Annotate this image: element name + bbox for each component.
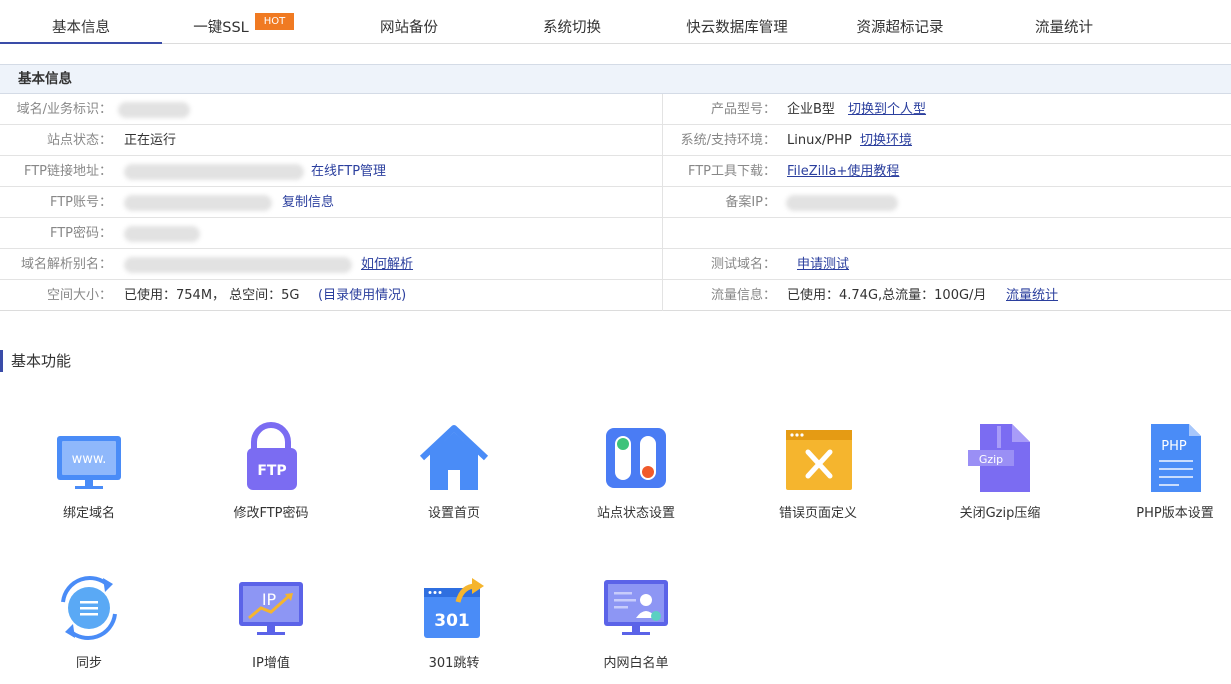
whitelist-monitor-icon [604,580,668,635]
dns-alias-label: 域名解析别名： [20,257,112,272]
function-label: 关闭Gzip压缩 [959,506,1041,521]
hot-badge: HOT [255,13,294,30]
section-title: 基本功能 [0,350,71,372]
www-monitor-icon: www. [57,436,121,489]
site-status-settings-button[interactable]: 站点状态设置 [546,422,726,521]
panel-title: 基本信息 [0,64,1231,94]
column-divider [662,94,663,311]
function-label: 内网白名单 [603,656,669,671]
switch-personal-link[interactable]: 切换到个人型 [848,94,926,125]
tab-system-switch[interactable]: 系统切换 [528,0,616,44]
tab-label: 资源超标记录 [856,20,944,36]
site-status-label: 站点状态： [46,133,112,148]
change-ftp-password-button[interactable]: FTP 修改FTP密码 [181,422,361,521]
home-icon [419,425,489,490]
apply-test-link[interactable]: 申请测试 [797,249,849,280]
tab-label: 基本信息 [52,20,110,36]
redacted-ftp-password [124,226,200,242]
icon-text: Gzip [979,453,1003,466]
tab-basic-info[interactable]: 基本信息 [0,0,162,44]
disable-gzip-button[interactable]: Gzip 关闭Gzip压缩 [910,422,1090,521]
basic-info-panel: 基本信息 域名/业务标识： 产品型号： 企业B型 切换到个人型 站点状态： 正在… [0,64,1231,311]
redirect-301-icon: 301 [424,578,484,638]
gzip-file-icon: Gzip [968,424,1030,492]
tab-label: 快云数据库管理 [686,20,788,36]
record-ip-label: 备案IP： [725,195,776,210]
domain-label: 域名/业务标识： [16,102,112,117]
ftp-lock-icon: FTP [247,422,297,490]
ftp-address-label: FTP链接地址： [23,164,112,179]
space-size-label: 空间大小： [46,288,112,303]
tab-label: 网站备份 [380,20,438,36]
icon-text: 301 [434,611,470,631]
product-model-label: 产品型号： [710,102,776,117]
copy-info-link[interactable]: 复制信息 [282,187,334,218]
icon-text: IP [262,590,277,609]
ip-value-added-button[interactable]: IP IP增值 [181,572,361,671]
tab-resource-records[interactable]: 资源超标记录 [845,0,955,44]
how-to-resolve-link[interactable]: 如何解析 [361,249,413,280]
tab-label: 流量统计 [1035,20,1093,36]
icon-text: FTP [257,463,286,479]
error-page-icon [786,430,852,490]
tab-backup[interactable]: 网站备份 [365,0,453,44]
redirect-301-button[interactable]: 301 301跳转 [364,572,544,671]
redacted-domain [118,102,190,118]
online-ftp-link[interactable]: 在线FTP管理 [311,156,386,187]
sync-button[interactable]: 同步 [0,572,179,671]
tab-database[interactable]: 快云数据库管理 [672,0,802,44]
function-label: 错误页面定义 [778,506,857,521]
tab-label: 一键SSL [193,20,249,36]
function-label: 绑定域名 [62,506,115,521]
info-row: FTP链接地址： 在线FTP管理 FTP工具下载： FileZilla+使用教程 [0,156,1231,187]
error-page-settings-button[interactable]: 错误页面定义 [728,422,908,521]
info-row: 域名解析别名： 如何解析 测试域名： 申请测试 [0,249,1231,280]
function-label: 站点状态设置 [596,506,675,521]
intranet-whitelist-button[interactable]: 内网白名单 [546,572,726,671]
ftp-account-label: FTP账号： [49,195,112,210]
info-row: 域名/业务标识： 产品型号： 企业B型 切换到个人型 [0,94,1231,125]
product-model-value: 企业B型 [787,102,835,117]
tab-bar: 基本信息 一键SSL HOT 网站备份 系统切换 快云数据库管理 资源超标记录 … [0,0,1231,44]
traffic-info-value: 已使用：4.74G,总流量：100G/月 [787,288,987,303]
traffic-stats-link[interactable]: 流量统计 [1006,280,1058,311]
set-homepage-button[interactable]: 设置首页 [364,422,544,521]
php-version-settings-button[interactable]: PHP PHP版本设置 [1085,422,1231,521]
traffic-info-label: 流量信息： [710,288,776,303]
icon-text: www. [72,452,107,467]
sync-icon [61,576,117,640]
info-row: 空间大小： 已使用：754M， 总空间：5G (目录使用情况) 流量信息： 已使… [0,280,1231,311]
system-env-label: 系统/支持环境： [680,133,776,148]
function-label: 修改FTP密码 [233,506,309,521]
redacted-record-ip [786,195,898,211]
space-size-value: 已使用：754M， 总空间：5G [124,288,300,303]
status-toggle-icon [606,428,666,488]
info-row: FTP账号： 复制信息 备案IP： [0,187,1231,218]
function-label: PHP版本设置 [1136,506,1214,521]
function-label: 设置首页 [427,506,480,521]
php-file-icon: PHP [1151,424,1201,492]
info-row: FTP密码： [0,218,1231,249]
switch-env-link[interactable]: 切换环境 [860,125,912,156]
dir-usage-link[interactable]: (目录使用情况) [318,280,406,311]
redacted-dns-alias [124,257,352,273]
test-domain-label: 测试域名： [710,257,776,272]
tab-label: 系统切换 [543,20,601,36]
function-label: 301跳转 [428,656,480,671]
ftp-tool-label: FTP工具下载： [687,164,776,179]
site-status-value: 正在运行 [124,133,177,148]
function-label: 同步 [75,656,102,671]
system-env-value: Linux/PHP [787,133,852,148]
bind-domain-button[interactable]: www. 绑定域名 [0,422,179,521]
function-label: IP增值 [252,656,290,671]
filezilla-link[interactable]: FileZilla+使用教程 [787,156,899,187]
tab-ssl[interactable]: 一键SSL [185,0,257,44]
ftp-password-label: FTP密码： [49,226,112,241]
icon-text: PHP [1161,439,1187,454]
tab-traffic-stats[interactable]: 流量统计 [1020,0,1108,44]
redacted-ftp-account [124,195,272,211]
info-row: 站点状态： 正在运行 系统/支持环境： Linux/PHP 切换环境 [0,125,1231,156]
ip-chart-icon: IP [239,582,303,635]
redacted-ftp-address [124,164,304,180]
